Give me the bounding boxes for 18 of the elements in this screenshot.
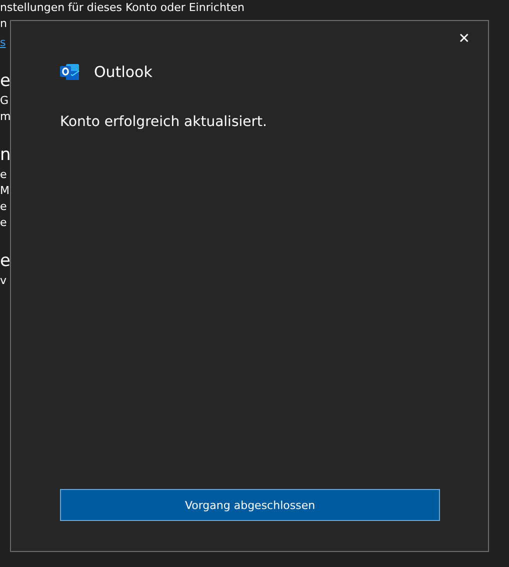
close-button[interactable]: ✕: [454, 29, 474, 49]
body-text: e: [0, 199, 7, 215]
section-heading: e: [0, 250, 10, 273]
body-text: e: [0, 167, 7, 183]
app-name: Outlook: [94, 63, 152, 81]
status-message: Konto erfolgreich aktualisiert.: [60, 114, 268, 130]
outlook-logo-icon: [60, 63, 80, 81]
section-heading: e: [0, 70, 10, 93]
body-text: e: [0, 215, 7, 231]
done-button[interactable]: Vorgang abgeschlossen: [60, 489, 440, 521]
body-text: n: [0, 16, 7, 32]
section-heading: n: [0, 144, 11, 167]
body-text: G: [0, 93, 9, 109]
body-text: M: [0, 183, 10, 199]
body-text: m: [0, 109, 11, 125]
link[interactable]: s: [0, 35, 6, 51]
body-text: nstellungen für dieses Konto oder Einrichten: [0, 0, 244, 16]
body-text: v: [0, 273, 7, 289]
